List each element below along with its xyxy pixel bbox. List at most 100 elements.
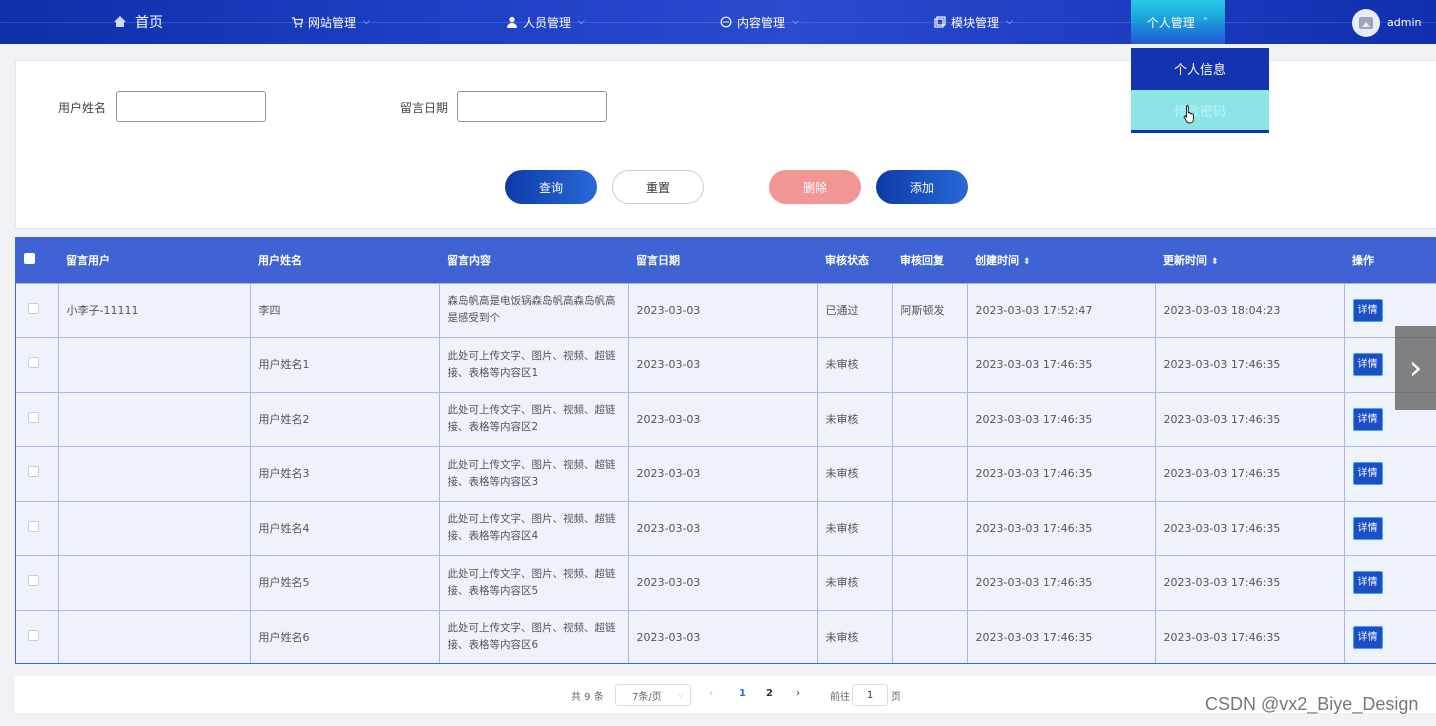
personal-dropdown-menu: 个人信息 修改密码 [1131, 48, 1269, 133]
row-select-cell[interactable] [16, 500, 59, 556]
home-icon [114, 16, 126, 27]
table-row: 用户姓名4 此处可上传文字、图片、视频、超链接、表格等内容区4 2023-03-03… [16, 500, 1436, 556]
row-checkbox[interactable] [28, 575, 39, 587]
nav-content-management[interactable]: 内容管理 ⌵ [720, 0, 799, 44]
cell-updated: 2023-03-03 18:04:23 [1154, 282, 1345, 338]
cell-updated: 2023-03-03 17:46:35 [1154, 555, 1345, 611]
cell-content: 此处可上传文字、图片、视频、超链接、表格等内容区1 [438, 337, 629, 393]
col-header-created-sortable[interactable]: 创建时间 ⬍ [967, 238, 1155, 283]
detail-button[interactable]: 详情 [1352, 298, 1383, 322]
cell-user: 小李子-11111 [57, 282, 251, 338]
cell-name: 李四 [249, 282, 440, 338]
cell-updated: 2023-03-03 17:46:35 [1154, 500, 1345, 556]
row-checkbox[interactable] [28, 411, 39, 423]
cell-status: 未审核 [816, 337, 893, 393]
cell-reply [891, 609, 968, 663]
chat-icon [720, 16, 732, 28]
col-header: 操作 [1344, 238, 1436, 283]
avatar[interactable] [1352, 9, 1380, 37]
prev-page-button[interactable]: ‹ [709, 688, 713, 699]
next-page-button[interactable]: › [796, 688, 800, 699]
row-select-cell[interactable] [16, 555, 59, 611]
cell-date: 2023-03-03 [627, 500, 818, 556]
cell-reply: 阿斯顿发 [891, 282, 968, 338]
row-select-cell[interactable] [16, 282, 59, 338]
cell-content: 此处可上传文字、图片、视频、超链接、表格等内容区4 [438, 500, 629, 556]
cell-name: 用户姓名3 [249, 446, 440, 502]
detail-button[interactable]: 详情 [1352, 625, 1383, 649]
row-checkbox[interactable] [28, 357, 39, 369]
col-header-updated-sortable[interactable]: 更新时间 ⬍ [1155, 238, 1344, 283]
page-1-button[interactable]: 1 [739, 688, 746, 699]
cell-created: 2023-03-03 17:46:35 [966, 391, 1156, 447]
dropdown-item-change-password[interactable]: 修改密码 [1131, 90, 1269, 130]
total-count: 共 9 条 [571, 692, 604, 703]
reset-button[interactable]: 重置 [612, 170, 704, 204]
row-select-cell[interactable] [16, 337, 59, 393]
table-header-row: 留言用户 用户姓名 留言内容 留言日期 审核状态 审核回复 创建时间 ⬍ 更新时间… [16, 238, 1436, 283]
cell-date: 2023-03-03 [627, 609, 818, 663]
cell-status: 未审核 [816, 609, 893, 663]
row-checkbox[interactable] [28, 629, 39, 641]
row-select-cell[interactable] [16, 609, 59, 663]
cell-reply [891, 500, 968, 556]
cell-name: 用户姓名6 [249, 609, 440, 663]
col-header: 审核回复 [892, 238, 967, 283]
row-select-cell[interactable] [16, 446, 59, 502]
row-checkbox[interactable] [28, 302, 39, 314]
nav-home-label: 首页 [135, 15, 163, 31]
cell-reply [891, 337, 968, 393]
cell-created: 2023-03-03 17:46:35 [966, 337, 1156, 393]
sort-icon[interactable]: ⬍ [1023, 257, 1031, 267]
table-row: 用户姓名5 此处可上传文字、图片、视频、超链接、表格等内容区5 2023-03-03… [16, 555, 1436, 611]
select-all-cell[interactable] [16, 238, 58, 283]
username-label[interactable]: admin [1387, 16, 1421, 29]
cell-created: 2023-03-03 17:52:47 [966, 282, 1156, 338]
select-all-checkbox[interactable] [24, 253, 35, 265]
detail-button[interactable]: 详情 [1352, 516, 1383, 540]
cell-reply [891, 446, 968, 502]
cell-name: 用户姓名4 [249, 500, 440, 556]
detail-button[interactable]: 详情 [1352, 407, 1383, 431]
detail-button[interactable]: 详情 [1352, 353, 1383, 377]
query-button[interactable]: 查询 [505, 170, 597, 204]
cell-date: 2023-03-03 [627, 391, 818, 447]
goto-label: 前往 [830, 692, 850, 703]
cell-user [57, 609, 251, 663]
dropdown-item-profile[interactable]: 个人信息 [1131, 48, 1269, 88]
date-filter-input[interactable] [457, 91, 607, 122]
delete-button[interactable]: 删除 [769, 170, 861, 204]
row-select-cell[interactable] [16, 391, 59, 447]
add-button[interactable]: 添加 [876, 170, 968, 204]
goto-page-input[interactable]: 1 [852, 684, 888, 706]
col-header: 用户姓名 [250, 238, 439, 283]
nav-module-management[interactable]: 模块管理 ⌵ [934, 0, 1013, 44]
nav-site-management[interactable]: 网站管理 ⌵ [291, 0, 370, 44]
chevron-right-icon[interactable]: › [1395, 326, 1436, 410]
cell-actions: 详情 [1343, 446, 1436, 502]
page-size-select[interactable]: 7条/页 ⌵ [615, 684, 691, 706]
username-filter-input[interactable] [116, 91, 266, 122]
page-2-button[interactable]: 2 [766, 688, 773, 699]
detail-button[interactable]: 详情 [1352, 571, 1383, 595]
nav-site-label: 网站管理 [308, 15, 357, 30]
nav-module-label: 模块管理 [951, 15, 1000, 30]
table-row: 用户姓名1 此处可上传文字、图片、视频、超链接、表格等内容区1 2023-03-03… [16, 337, 1436, 393]
cell-user [57, 555, 251, 611]
chevron-up-icon: ⌃ [1201, 17, 1210, 27]
cell-content: 此处可上传文字、图片、视频、超链接、表格等内容区6 [438, 609, 629, 663]
row-checkbox[interactable] [28, 520, 39, 532]
nav-home[interactable]: 首页 [114, 0, 163, 44]
cell-name: 用户姓名1 [249, 337, 440, 393]
nav-personal-management[interactable]: 个人管理 ⌃ [1131, 0, 1225, 44]
cell-status: 未审核 [816, 555, 893, 611]
top-navbar: 首页 网站管理 ⌵ 人员管理 ⌵ 内容管理 ⌵ 模块管理 ⌵ 个人管理 ⌃ ad… [0, 0, 1436, 44]
chevron-down-icon: ⌵ [578, 17, 585, 27]
nav-people-management[interactable]: 人员管理 ⌵ [506, 0, 585, 44]
col-header: 审核状态 [817, 238, 892, 283]
detail-button[interactable]: 详情 [1352, 462, 1383, 486]
sort-icon[interactable]: ⬍ [1211, 257, 1219, 267]
hand-cursor-icon [1183, 105, 1194, 124]
row-checkbox[interactable] [28, 466, 39, 478]
table-row: 小李子-11111 李四 森岛帆高是电饭锅森岛帆高森岛帆高是感受到个 2023-03-… [16, 282, 1436, 338]
